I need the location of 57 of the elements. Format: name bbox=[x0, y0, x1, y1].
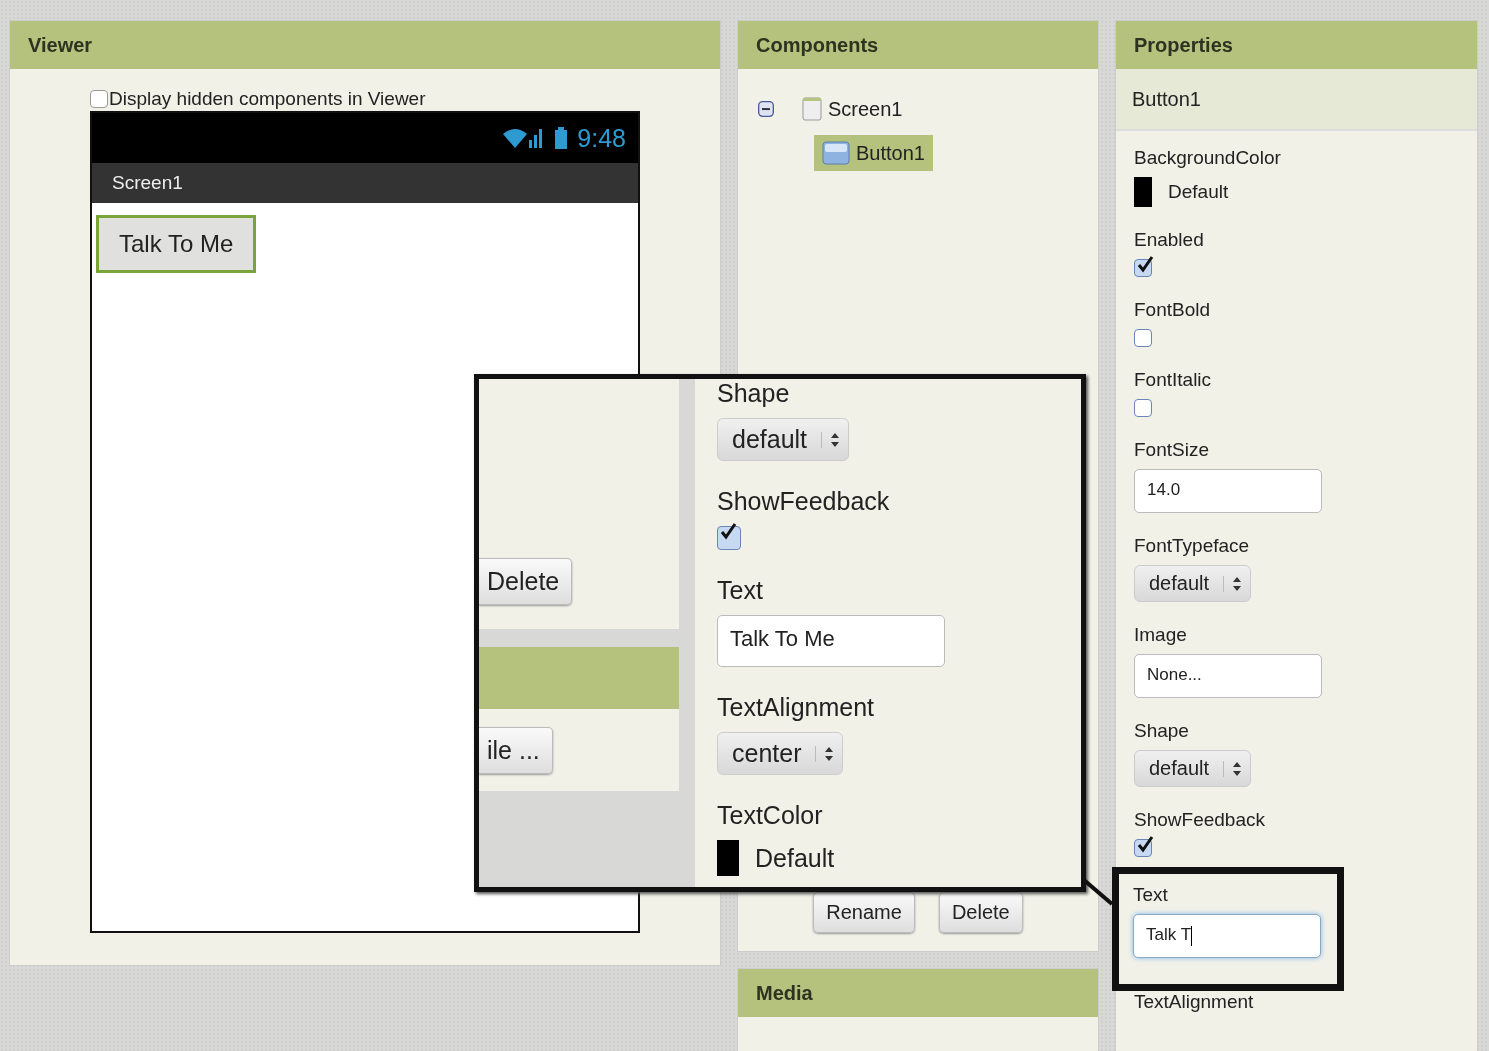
text-field[interactable]: None... bbox=[1134, 654, 1322, 698]
property-label: ShowFeedback bbox=[1134, 809, 1265, 831]
color-value: Default bbox=[1168, 181, 1229, 203]
battery-icon bbox=[555, 127, 568, 149]
checkbox[interactable] bbox=[90, 90, 108, 108]
button-component-icon bbox=[822, 141, 850, 165]
action-button[interactable]: Rename bbox=[813, 892, 915, 933]
action-button[interactable]: Delete bbox=[938, 892, 1023, 933]
property-label: FontTypeface bbox=[1134, 535, 1250, 557]
checkbox-label: Display hidden components in Viewer bbox=[109, 88, 426, 110]
panel-header: Viewer bbox=[10, 21, 720, 69]
property-label: TextAlignment bbox=[1134, 991, 1254, 1013]
panel-header: Components bbox=[738, 21, 1098, 69]
property-label: TextColor bbox=[717, 801, 823, 830]
color-swatch[interactable] bbox=[1134, 177, 1152, 207]
color-value: Default bbox=[755, 843, 835, 873]
clock-time: 9:48 bbox=[577, 123, 626, 153]
delete-button[interactable]: Delete bbox=[479, 558, 573, 605]
text-field[interactable]: Talk T bbox=[1133, 914, 1321, 958]
property-label: FontItalic bbox=[1134, 369, 1212, 391]
updown-arrows-icon bbox=[830, 431, 841, 448]
dropdown[interactable]: center bbox=[717, 732, 844, 775]
checkbox[interactable] bbox=[1134, 399, 1152, 417]
property-label: Image bbox=[1134, 624, 1187, 646]
dropdown[interactable]: default bbox=[1134, 750, 1252, 787]
tree-item[interactable]: Button1 bbox=[814, 135, 933, 171]
tree-item[interactable]: Screen1 bbox=[794, 91, 911, 127]
property-label: ShowFeedback bbox=[717, 487, 890, 516]
file-button[interactable]: ile ... bbox=[479, 726, 553, 774]
property-label: Text bbox=[1133, 884, 1168, 906]
property-label: FontSize bbox=[1134, 439, 1209, 461]
screen-icon bbox=[802, 97, 822, 121]
property-label: TextAlignment bbox=[717, 693, 875, 722]
dropdown[interactable]: default bbox=[717, 418, 850, 461]
talk-button[interactable]: Talk To Me bbox=[96, 215, 257, 273]
property-label: BackgroundColor bbox=[1134, 147, 1281, 169]
component-name: Button1 bbox=[1116, 69, 1477, 131]
screen-title: Screen1 bbox=[92, 163, 638, 203]
checkbox[interactable] bbox=[717, 526, 741, 550]
panel-header: Properties bbox=[1116, 21, 1477, 69]
property-label: Shape bbox=[1134, 720, 1189, 742]
updown-arrows-icon bbox=[824, 745, 835, 762]
dropdown[interactable]: default bbox=[1134, 565, 1252, 602]
collapse-icon[interactable] bbox=[758, 101, 774, 117]
checkbox[interactable] bbox=[1134, 839, 1152, 857]
panel-header: Media bbox=[738, 969, 1098, 1017]
property-label: Enabled bbox=[1134, 229, 1204, 251]
text-field[interactable]: 14.0 bbox=[1134, 469, 1322, 513]
updown-arrows-icon bbox=[1232, 760, 1243, 777]
checkbox[interactable] bbox=[1134, 259, 1152, 277]
property-label: FontBold bbox=[1134, 299, 1211, 321]
color-swatch[interactable] bbox=[717, 840, 739, 876]
property-label: Text bbox=[717, 576, 763, 605]
checkbox[interactable] bbox=[1134, 329, 1152, 347]
text-field[interactable]: Talk To Me bbox=[717, 615, 945, 667]
updown-arrows-icon bbox=[1232, 575, 1243, 592]
property-label: Shape bbox=[717, 379, 790, 408]
